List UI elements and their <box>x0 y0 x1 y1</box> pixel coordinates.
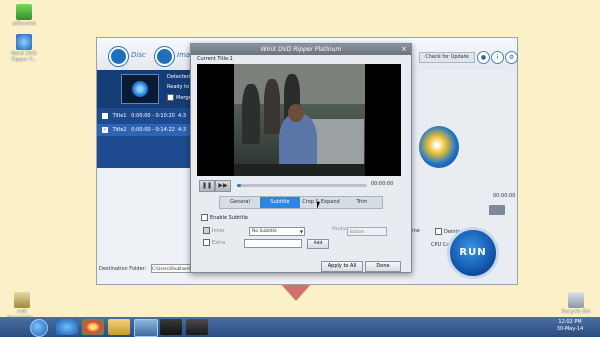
progress-slider[interactable] <box>237 184 367 187</box>
disc-tab-label[interactable]: Disc <box>131 51 146 59</box>
apply-to-all-button[interactable]: Apply to All <box>321 261 363 272</box>
app-icon[interactable] <box>186 319 208 335</box>
video-preview <box>197 64 401 176</box>
title-ratio: 4:3 <box>178 113 187 119</box>
title-name: Title2 <box>112 127 127 133</box>
document-icon <box>14 292 30 308</box>
winx-taskbar-icon[interactable] <box>134 319 158 337</box>
desktop-icon-1[interactable]: pShowed <box>4 4 44 27</box>
current-title-label: Current Title:1 <box>197 56 233 62</box>
detected-text: Detected <box>167 74 190 80</box>
subtitle-select[interactable]: No Subtitle ▼ <box>249 227 305 236</box>
desktop-icon-label: WinX DVD Ripper P... <box>11 51 37 63</box>
source-preview: Detected Ready to Merge <box>97 70 193 108</box>
person-figure <box>264 79 280 134</box>
dvd-thumbnail <box>121 74 159 104</box>
info-icon[interactable]: i <box>491 51 504 64</box>
destination-label: Destination Folder: <box>99 266 147 272</box>
dialog-tabs: General Subtitle Crop & Expand Trim <box>219 196 383 209</box>
mouse-cursor-icon <box>317 202 320 209</box>
ready-text: Ready to <box>167 84 190 90</box>
deinterlacing-checkbox[interactable] <box>435 228 442 235</box>
tab-general[interactable]: General <box>220 197 260 208</box>
subtitle-pane: Enable Subtitle Inner No Subtitle ▼ Posit… <box>197 210 401 255</box>
floor <box>234 164 365 176</box>
extra-checkbox[interactable] <box>203 239 210 246</box>
account-icon[interactable]: ● <box>477 51 490 64</box>
settings-dialog: WinX DVD Ripper Platinum × Current Title… <box>190 43 412 273</box>
subtitle-select-value: No Subtitle <box>252 229 277 234</box>
person-figure <box>242 84 260 144</box>
enable-subtitle-label: Enable Subtitle <box>210 215 248 221</box>
taskbar: 12:02 PM 30-May-14 <box>0 317 600 337</box>
enable-subtitle-checkbox[interactable] <box>201 214 208 221</box>
desktop-icon-label: Recycle Bin <box>561 309 591 315</box>
title-checkbox[interactable] <box>102 112 108 119</box>
progress-fill <box>237 184 241 187</box>
winx-app-icon <box>16 34 32 50</box>
title-duration: 0:00:00 - 0:14:22 <box>131 127 175 133</box>
dvd-disc-graphic <box>419 126 459 168</box>
extra-option[interactable]: Extra <box>203 239 225 246</box>
position-value: Bottom <box>350 229 365 234</box>
title-row[interactable]: ✓ Title2 0:00:00 - 0:14:22 4:3 <box>97 124 193 136</box>
start-button-icon[interactable] <box>30 319 48 337</box>
ie-icon[interactable] <box>56 319 78 335</box>
add-button[interactable]: Add <box>307 239 329 249</box>
check-update-button[interactable]: Check for Update <box>419 52 475 63</box>
chrome-icon[interactable] <box>82 319 104 335</box>
recycle-bin-icon <box>568 292 584 308</box>
title-duration: 0:00:00 - 0:10:20 <box>131 113 175 119</box>
tab-trim[interactable]: Trim <box>342 197 382 208</box>
time-readout: 00:00:00 <box>371 181 394 187</box>
title-checkbox[interactable]: ✓ <box>102 126 108 133</box>
fast-forward-button[interactable]: ▶▶ <box>215 180 231 192</box>
merge-option[interactable]: Merge <box>167 94 192 101</box>
extra-subtitle-field[interactable] <box>244 239 302 248</box>
explorer-icon[interactable] <box>108 319 130 335</box>
dialog-title: WinX DVD Ripper Platinum <box>260 46 342 53</box>
disc-icon[interactable] <box>109 47 128 66</box>
dvd-disc-icon <box>132 81 148 97</box>
run-button[interactable]: RUN <box>447 227 499 279</box>
inner-label: Inner <box>212 228 225 234</box>
app-icon[interactable] <box>160 319 182 335</box>
desktop-icon-recycle-bin[interactable]: Recycle Bin <box>556 292 596 315</box>
folder-icon <box>16 4 32 20</box>
folder-icon[interactable] <box>489 205 505 215</box>
person-head <box>288 104 304 122</box>
position-select[interactable]: Bottom <box>347 227 387 236</box>
title-name: Title1 <box>112 113 127 119</box>
system-clock[interactable]: 12:02 PM 30-May-14 <box>548 319 592 333</box>
extra-label: Extra <box>212 240 226 246</box>
pause-button[interactable]: ❚❚ <box>199 180 215 192</box>
desktop-icon-winx[interactable]: WinX DVD Ripper P... <box>4 34 44 63</box>
clock-time: 12:02 PM <box>558 319 582 325</box>
tab-crop-expand[interactable]: Crop & Expand <box>300 197 342 208</box>
done-button[interactable]: Done <box>365 261 401 272</box>
title-list: Detected Ready to Merge Title1 0:00:00 -… <box>97 70 193 168</box>
time-display: 00:00:00 <box>493 193 516 199</box>
tab-subtitle[interactable]: Subtitle <box>260 197 300 208</box>
video-frame <box>234 64 365 176</box>
dialog-titlebar: WinX DVD Ripper Platinum × <box>191 44 411 55</box>
title-row[interactable]: Title1 0:00:00 - 0:10:20 4:3 <box>97 110 193 122</box>
merge-checkbox[interactable] <box>167 94 174 101</box>
chevron-down-icon: ▼ <box>299 229 303 234</box>
title-ratio: 4:3 <box>178 127 187 133</box>
settings-icon[interactable]: ⚙ <box>505 51 518 64</box>
image-icon[interactable] <box>155 47 174 66</box>
playback-controls: ❚❚ ▶▶ 00:00:00 <box>197 180 401 192</box>
desktop-graphic <box>280 283 312 301</box>
enable-subtitle-option[interactable]: Enable Subtitle <box>201 214 248 221</box>
desktop-icon-label: pShowed <box>12 21 36 27</box>
close-icon[interactable]: × <box>400 45 408 53</box>
clock-date: 30-May-14 <box>556 326 584 332</box>
inner-option[interactable]: Inner <box>203 227 225 234</box>
inner-checkbox[interactable] <box>203 227 210 234</box>
